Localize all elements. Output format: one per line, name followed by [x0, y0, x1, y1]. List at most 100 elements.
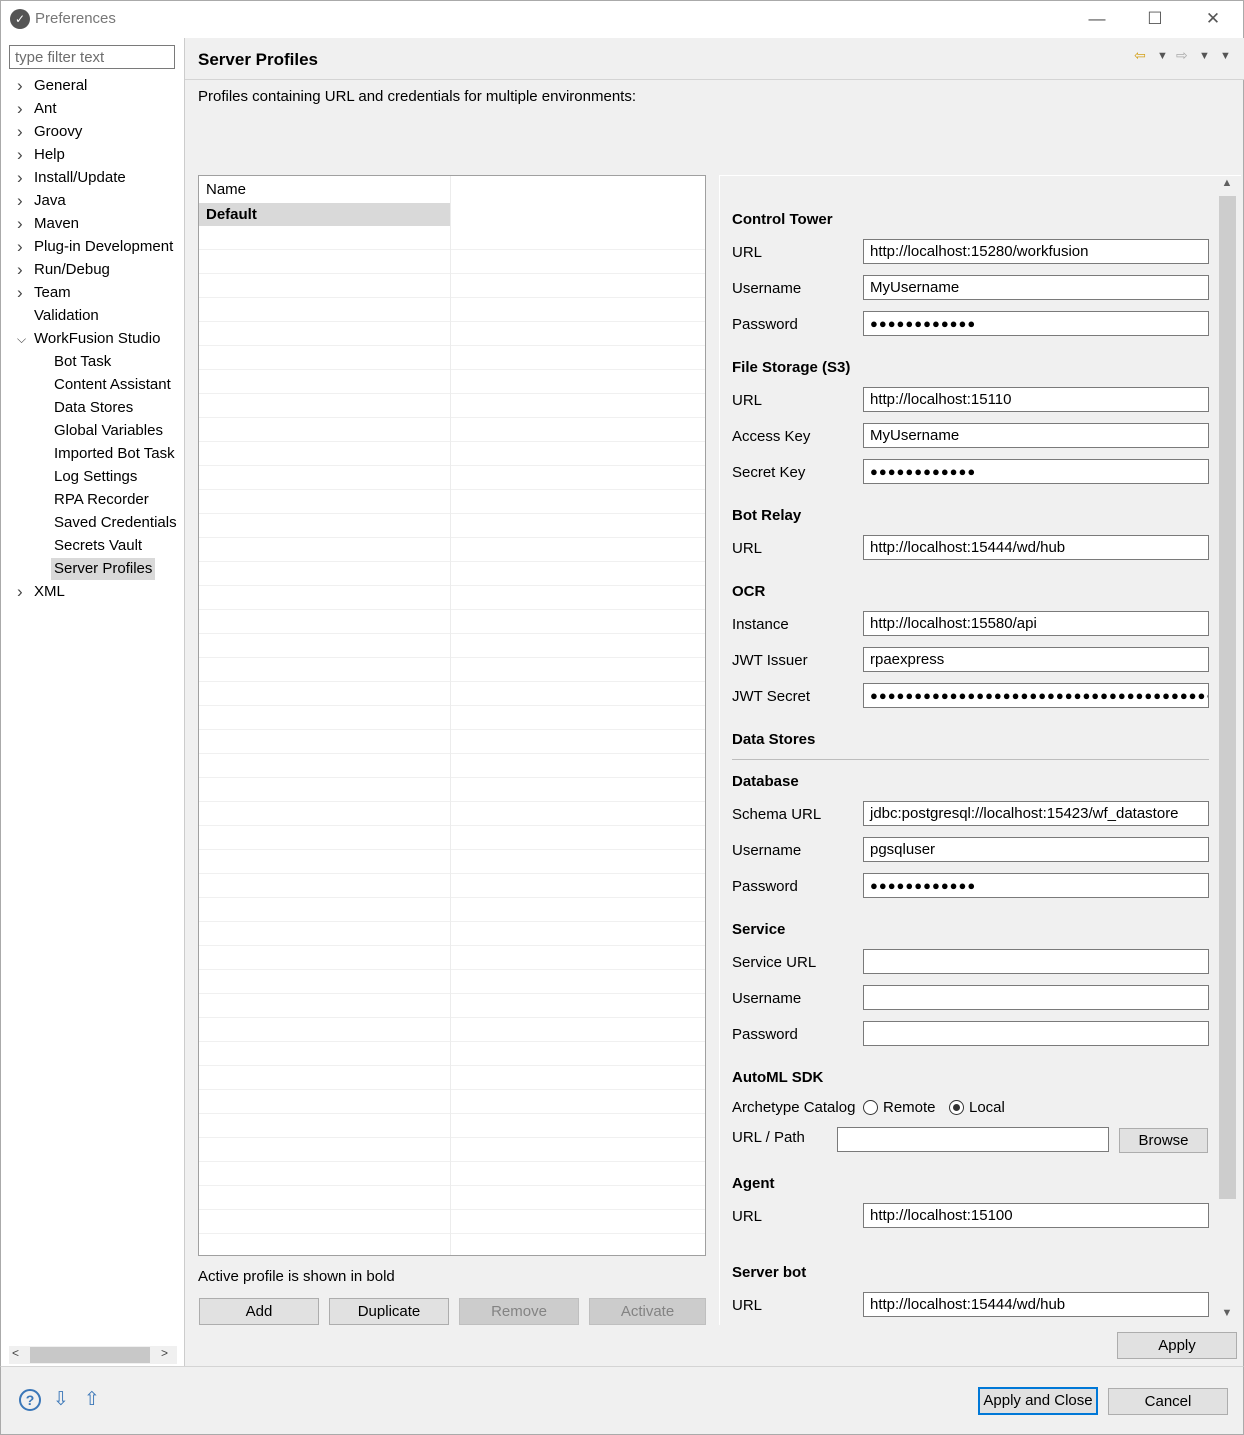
table-row[interactable]	[199, 1162, 705, 1186]
table-row[interactable]	[199, 1210, 705, 1234]
duplicate-button[interactable]: Duplicate	[329, 1298, 449, 1325]
table-row[interactable]	[199, 706, 705, 730]
table-row[interactable]	[199, 634, 705, 658]
table-row[interactable]	[199, 658, 705, 682]
remote-radio-label[interactable]: Remote	[883, 1099, 936, 1116]
table-row[interactable]	[199, 1018, 705, 1042]
bot-relay-url-field[interactable]: http://localhost:15444/wd/hub	[863, 535, 1209, 560]
tree-item-label[interactable]: Maven	[31, 213, 82, 235]
table-row[interactable]	[199, 490, 705, 514]
column-header-name[interactable]: Name	[206, 181, 246, 198]
server-bot-url-field[interactable]: http://localhost:15444/wd/hub	[863, 1292, 1209, 1317]
chevron-right-icon[interactable]: ›	[17, 282, 27, 304]
activate-button[interactable]: Activate	[589, 1298, 706, 1325]
table-row[interactable]	[199, 946, 705, 970]
db-password-field[interactable]: ●●●●●●●●●●●●	[863, 873, 1209, 898]
tree-item-label[interactable]: Data Stores	[51, 397, 136, 419]
jwt-issuer-field[interactable]: rpaexpress	[863, 647, 1209, 672]
ct-url-field[interactable]: http://localhost:15280/workfusion	[863, 239, 1209, 264]
tree-item[interactable]: › Help	[1, 144, 181, 166]
schema-url-field[interactable]: jdbc:postgresql://localhost:15423/wf_dat…	[863, 801, 1209, 826]
table-row[interactable]	[199, 1090, 705, 1114]
remote-radio[interactable]	[863, 1100, 878, 1115]
tree-item[interactable]: Global Variables	[1, 420, 181, 442]
table-row[interactable]	[199, 1186, 705, 1210]
tree-item-label[interactable]: Saved Credentials	[51, 512, 180, 534]
tree-item-label[interactable]: Plug-in Development	[31, 236, 176, 258]
cancel-button[interactable]: Cancel	[1108, 1388, 1228, 1415]
tree-item-label[interactable]: Global Variables	[51, 420, 166, 442]
tree-item[interactable]: Server Profiles	[1, 558, 181, 580]
table-row[interactable]	[199, 898, 705, 922]
back-menu-chevron-down-icon[interactable]: ▼	[1157, 50, 1168, 62]
secret-key-field[interactable]: ●●●●●●●●●●●●	[863, 459, 1209, 484]
table-row[interactable]	[199, 346, 705, 370]
chevron-right-icon[interactable]: ›	[17, 75, 27, 97]
chevron-right-icon[interactable]: ›	[17, 190, 27, 212]
table-row[interactable]	[199, 874, 705, 898]
tree-item[interactable]: Content Assistant	[1, 374, 181, 396]
tree-item[interactable]: Bot Task	[1, 351, 181, 373]
chevron-right-icon[interactable]: ›	[17, 236, 27, 258]
table-row[interactable]	[199, 562, 705, 586]
apply-button[interactable]: Apply	[1117, 1332, 1237, 1359]
tree-item-label[interactable]: WorkFusion Studio	[31, 328, 163, 350]
tree-item[interactable]: ⌵ WorkFusion Studio	[1, 328, 181, 350]
tree-item[interactable]: › Groovy	[1, 121, 181, 143]
table-row[interactable]	[199, 1138, 705, 1162]
service-url-field[interactable]	[863, 949, 1209, 974]
table-row[interactable]	[199, 1042, 705, 1066]
table-row[interactable]	[199, 850, 705, 874]
table-row[interactable]	[199, 226, 705, 250]
table-row[interactable]	[199, 394, 705, 418]
tree-item[interactable]: › Plug-in Development	[1, 236, 181, 258]
tree-item-label[interactable]: Install/Update	[31, 167, 129, 189]
table-row[interactable]	[199, 754, 705, 778]
close-button[interactable]: ✕	[1184, 0, 1242, 38]
table-row[interactable]	[199, 322, 705, 346]
access-key-field[interactable]: MyUsername	[863, 423, 1209, 448]
add-button[interactable]: Add	[199, 1298, 319, 1325]
horizontal-scrollbar[interactable]: < >	[9, 1346, 177, 1364]
tree-item[interactable]: › Maven	[1, 213, 181, 235]
table-row[interactable]	[199, 682, 705, 706]
chevron-right-icon[interactable]: ›	[17, 259, 27, 281]
tree-item[interactable]: › Java	[1, 190, 181, 212]
tree-item[interactable]: Data Stores	[1, 397, 181, 419]
ct-username-field[interactable]: MyUsername	[863, 275, 1209, 300]
tree-item-label[interactable]: Secrets Vault	[51, 535, 145, 557]
table-row[interactable]	[199, 250, 705, 274]
service-username-field[interactable]	[863, 985, 1209, 1010]
url-path-field[interactable]	[837, 1127, 1109, 1152]
tree-item[interactable]: RPA Recorder	[1, 489, 181, 511]
tree-item[interactable]: Log Settings	[1, 466, 181, 488]
scroll-down-icon[interactable]: ▼	[1219, 1307, 1235, 1319]
scroll-left-icon[interactable]: <	[12, 1346, 19, 1360]
table-header[interactable]: Name	[199, 176, 705, 202]
export-icon[interactable]: ⇧	[81, 1389, 103, 1411]
table-row[interactable]	[199, 1234, 705, 1255]
tree-item-label[interactable]: Imported Bot Task	[51, 443, 178, 465]
chevron-right-icon[interactable]: ›	[17, 213, 27, 235]
tree-item-label[interactable]: Java	[31, 190, 69, 212]
jwt-secret-field[interactable]: ●●●●●●●●●●●●●●●●●●●●●●●●●●●●●●●●●●●●●●●●…	[863, 683, 1209, 708]
table-row[interactable]	[199, 442, 705, 466]
table-row[interactable]	[199, 970, 705, 994]
tree-item-label[interactable]: General	[31, 75, 90, 97]
scrollbar-thumb[interactable]	[1219, 196, 1236, 1199]
tree-item[interactable]: › Ant	[1, 98, 181, 120]
import-icon[interactable]: ⇩	[50, 1389, 72, 1411]
scrollbar-thumb[interactable]	[30, 1347, 150, 1363]
chevron-right-icon[interactable]: ›	[17, 121, 27, 143]
apply-and-close-button[interactable]: Apply and Close	[978, 1387, 1098, 1415]
profile-table[interactable]: Name Default	[198, 175, 706, 1256]
tree-item-label[interactable]: Content Assistant	[51, 374, 174, 396]
table-row[interactable]	[199, 298, 705, 322]
table-row[interactable]	[199, 1066, 705, 1090]
tree-item-label[interactable]: Ant	[31, 98, 60, 120]
chevron-right-icon[interactable]: ›	[17, 98, 27, 120]
tree-item[interactable]: › Team	[1, 282, 181, 304]
minimize-button[interactable]: —	[1068, 0, 1126, 38]
tree-item[interactable]: › Install/Update	[1, 167, 181, 189]
table-row[interactable]	[199, 1114, 705, 1138]
